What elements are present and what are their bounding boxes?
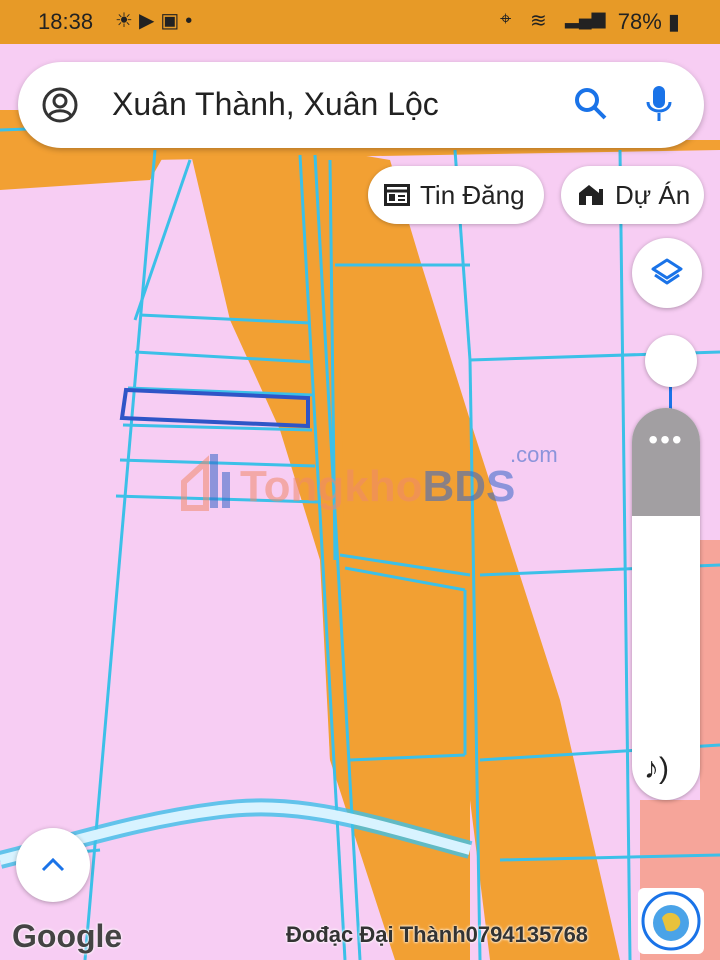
du-an-chip[interactable]: Dự Án	[561, 166, 704, 224]
signal-icon: ▂▄▆	[565, 8, 606, 28]
watermark-brand-b: BDS	[422, 462, 516, 511]
watermark-brand-a: Tongkho	[240, 462, 423, 511]
search-bar[interactable]: Xuân Thành, Xuân Lộc	[18, 62, 704, 148]
survey-credit: Đođạc Đại Thành0794135768	[286, 922, 589, 947]
tin-dang-label: Tin Đăng	[420, 179, 525, 210]
mic-icon[interactable]	[644, 84, 674, 124]
listing-icon	[384, 184, 410, 206]
company-logo-icon	[641, 891, 701, 951]
app-icon: ▣	[160, 10, 186, 32]
house-icon	[579, 185, 603, 205]
google-attribution: Google	[12, 918, 123, 954]
tin-dang-chip[interactable]: Tin Đăng	[368, 166, 544, 224]
search-icon[interactable]	[573, 86, 609, 122]
battery-level: 78% ▮	[617, 9, 680, 34]
layers-icon	[651, 258, 683, 285]
weather-icon: ☀	[115, 10, 139, 32]
watermark: TongkhoBDS .com	[180, 442, 560, 518]
location-icon: ⌖	[500, 8, 512, 30]
zoom-track	[669, 386, 672, 410]
more-options-icon[interactable]: •••	[632, 424, 700, 456]
zoom-slider-handle[interactable]	[645, 335, 697, 387]
watermark-house-icon	[181, 454, 230, 511]
side-panel[interactable]: ••• ♪)	[632, 408, 700, 800]
battery-icon: ▮	[661, 9, 680, 34]
dot-icon: •	[185, 10, 199, 32]
wifi-icon: ≋	[530, 10, 547, 32]
layers-button[interactable]	[632, 238, 702, 308]
company-logo	[638, 888, 704, 954]
youtube-icon: ▶	[138, 10, 161, 32]
watermark-suffix: .com	[510, 442, 558, 467]
status-bar: 18:38 ☀▶▣• ⌖ ≋ ▂▄▆ 78% ▮	[0, 0, 720, 44]
chevron-up-icon	[41, 857, 65, 872]
search-input[interactable]: Xuân Thành, Xuân Lộc	[112, 86, 439, 123]
account-icon[interactable]	[42, 87, 78, 123]
status-time: 18:38	[38, 9, 94, 34]
audio-icon[interactable]: ♪)	[644, 752, 669, 786]
du-an-label: Dự Án	[615, 179, 691, 210]
expand-up-button[interactable]	[16, 828, 90, 902]
notification-icons: ☀▶▣•	[115, 8, 198, 33]
